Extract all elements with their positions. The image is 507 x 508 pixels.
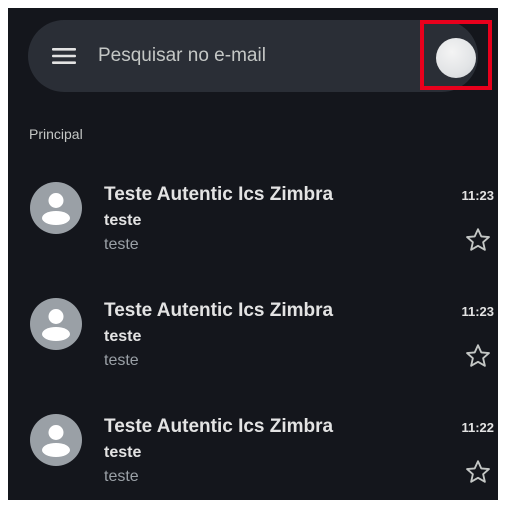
email-list-item[interactable]: Teste Autentic Ics Zimbra teste teste 11… (8, 298, 498, 408)
email-time: 11:23 (461, 188, 494, 203)
hamburger-menu-icon[interactable] (52, 44, 76, 68)
email-subject: teste (104, 444, 142, 461)
email-time: 11:22 (461, 420, 494, 435)
star-outline-icon[interactable] (464, 342, 492, 370)
person-icon (30, 298, 82, 350)
person-icon (30, 182, 82, 234)
search-bar[interactable]: Pesquisar no e-mail (28, 20, 478, 92)
email-subject: teste (104, 328, 142, 345)
email-sender: Teste Autentic Ics Zimbra (104, 184, 334, 205)
search-input[interactable]: Pesquisar no e-mail (98, 20, 266, 92)
email-list-item[interactable]: Teste Autentic Ics Zimbra teste teste 11… (8, 182, 498, 292)
star-outline-icon[interactable] (464, 226, 492, 254)
account-avatar-button[interactable] (436, 38, 476, 78)
email-snippet: teste (104, 468, 139, 485)
gmail-inbox-screen: Pesquisar no e-mail Principal Teste Aute… (8, 8, 498, 500)
email-list-item[interactable]: Teste Autentic Ics Zimbra teste teste 11… (8, 414, 498, 500)
email-sender: Teste Autentic Ics Zimbra (104, 416, 334, 437)
email-subject: teste (104, 212, 142, 229)
email-snippet: teste (104, 236, 139, 253)
email-time: 11:23 (461, 304, 494, 319)
section-label-principal: Principal (29, 126, 83, 142)
person-icon (30, 414, 82, 466)
email-snippet: teste (104, 352, 139, 369)
star-outline-icon[interactable] (464, 458, 492, 486)
email-sender: Teste Autentic Ics Zimbra (104, 300, 334, 321)
